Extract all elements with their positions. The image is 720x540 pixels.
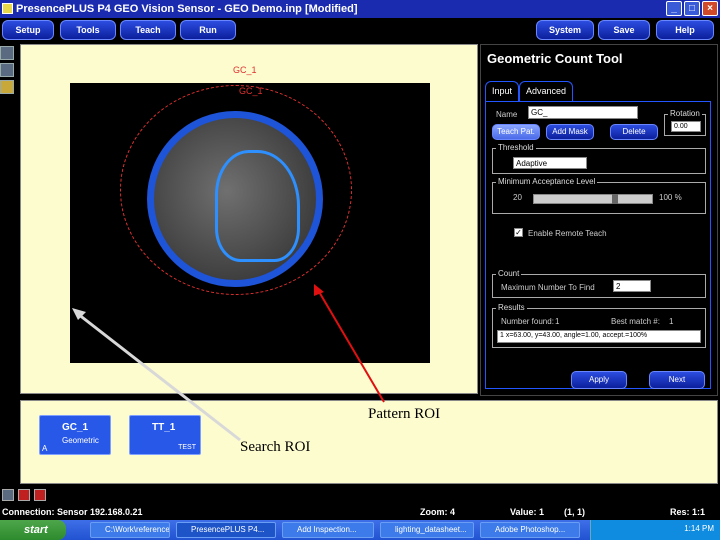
pattern-roi-annotation: Pattern ROI bbox=[368, 406, 441, 422]
res-status: Res: 1:1 bbox=[670, 507, 706, 517]
coord-status: (1, 1) bbox=[564, 507, 586, 517]
system-tray: 1:14 PM bbox=[590, 520, 720, 540]
grid-icon[interactable] bbox=[2, 489, 14, 501]
taskbar-item[interactable]: PresencePLUS P4... bbox=[176, 522, 276, 538]
stop-icon[interactable] bbox=[34, 489, 46, 501]
taskbar-item[interactable]: Add Inspection... bbox=[282, 522, 374, 538]
search-roi-annotation: Search ROI bbox=[240, 439, 311, 455]
taskbar-item[interactable]: C:\Work\reference... bbox=[90, 522, 170, 538]
value-status: Value: 1 bbox=[510, 507, 545, 517]
error-icon[interactable] bbox=[18, 489, 30, 501]
windows-taskbar: start C:\Work\reference... PresencePLUS … bbox=[0, 520, 720, 540]
taskbar-item[interactable]: Adobe Photoshop... bbox=[480, 522, 580, 538]
clock: 1:14 PM bbox=[684, 524, 714, 533]
start-button[interactable]: start bbox=[0, 520, 66, 540]
zoom-status: Zoom: 4 bbox=[420, 507, 455, 517]
app-window: PresencePLUS P4 GEO Vision Sensor - GEO … bbox=[0, 0, 720, 540]
connection-status: Connection: Sensor 192.168.0.21 bbox=[2, 507, 143, 517]
annotation-arrows bbox=[72, 284, 385, 442]
status-bar: Connection: Sensor 192.168.0.21 Zoom: 4 … bbox=[0, 504, 720, 520]
taskbar-item[interactable]: lighting_datasheet... bbox=[380, 522, 474, 538]
